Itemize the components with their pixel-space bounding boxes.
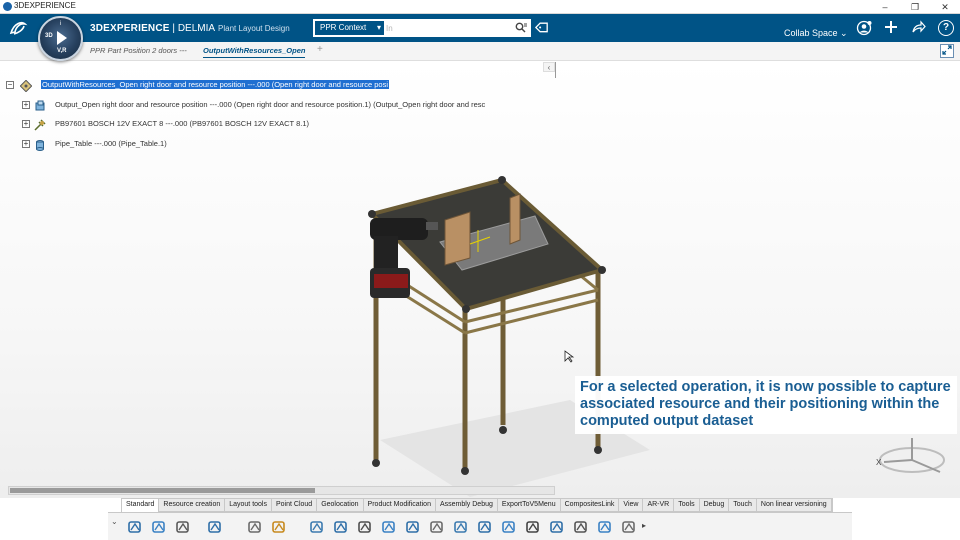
orientation-triad-icon[interactable] bbox=[879, 438, 945, 473]
product-icon bbox=[34, 99, 46, 111]
close-button[interactable]: ✕ bbox=[930, 0, 960, 14]
copy-icon[interactable] bbox=[150, 518, 168, 536]
document-tab-bar: PPR Part Position 2 doors --- OutputWith… bbox=[0, 42, 960, 61]
window-title-bar: 3DEXPERIENCE – ❐ ✕ bbox=[0, 0, 960, 14]
tab-output-with-resources[interactable]: OutputWithResources_Open bbox=[203, 46, 306, 58]
action-tab-touch[interactable]: Touch bbox=[729, 499, 757, 512]
restore-button[interactable]: ❐ bbox=[900, 0, 930, 14]
top-bar: 3DEXPERIENCE | DELMIA Plant Layout Design… bbox=[0, 14, 960, 42]
brand-title: 3DEXPERIENCE | DELMIA Plant Layout Design bbox=[90, 23, 290, 34]
minimize-button[interactable]: – bbox=[870, 0, 900, 14]
tree-panel-header: ‹ bbox=[0, 62, 556, 78]
anchor-icon[interactable] bbox=[428, 518, 446, 536]
action-tab-compositeslink[interactable]: CompositesLink bbox=[561, 499, 620, 512]
collapse-tree-icon[interactable]: ‹ bbox=[543, 62, 555, 72]
compass-3d-label: 3D bbox=[45, 33, 53, 39]
action-tab-geolocation[interactable]: Geolocation bbox=[317, 499, 364, 512]
add-tab-icon[interactable]: + bbox=[317, 44, 323, 55]
compass-top-label: i bbox=[60, 21, 62, 27]
axis-x-label: X bbox=[876, 458, 882, 467]
brand-sep: | bbox=[169, 23, 178, 34]
export-icon[interactable] bbox=[620, 518, 638, 536]
machine-icon[interactable] bbox=[452, 518, 470, 536]
part-icon bbox=[34, 138, 46, 151]
axis-icon[interactable] bbox=[548, 518, 566, 536]
action-bar-tabs: Standard Resource creation Layout tools Poi… bbox=[121, 498, 833, 512]
cut-icon[interactable] bbox=[126, 518, 144, 536]
action-tab-product-modification[interactable]: Product Modification bbox=[364, 499, 436, 512]
compass-icon[interactable] bbox=[572, 518, 590, 536]
action-tab-assembly-debug[interactable]: Assembly Debug bbox=[436, 499, 498, 512]
search-bar[interactable]: PPR Context bbox=[313, 19, 531, 37]
add-icon[interactable] bbox=[883, 20, 899, 36]
user-profile-icon[interactable] bbox=[856, 20, 872, 36]
action-tab-exporttov5menu[interactable]: ExportToV5Menu bbox=[498, 499, 561, 512]
feature-caption: For a selected operation, it is now poss… bbox=[575, 376, 957, 434]
scrollbar-thumb[interactable] bbox=[10, 488, 315, 493]
search-input[interactable] bbox=[386, 21, 512, 35]
pipe-icon[interactable] bbox=[332, 518, 350, 536]
app-name: Plant Layout Design bbox=[218, 24, 290, 33]
tree-node-label: Pipe_Table ---.000 (Pipe_Table.1) bbox=[55, 139, 167, 148]
tree-node-label: PB97601 BOSCH 12V EXACT 8 ---.000 (PB976… bbox=[55, 119, 310, 128]
help-icon[interactable]: ? bbox=[938, 20, 954, 36]
resource-icon[interactable] bbox=[476, 518, 494, 536]
measure-icon[interactable] bbox=[246, 518, 264, 536]
fullscreen-icon[interactable] bbox=[940, 44, 954, 58]
action-bar: ⌄ ▸ bbox=[108, 512, 852, 540]
expand-node-icon[interactable]: + bbox=[22, 140, 30, 148]
app-logo-icon bbox=[3, 2, 12, 11]
conveyor-icon[interactable] bbox=[404, 518, 422, 536]
search-icon[interactable] bbox=[515, 22, 527, 36]
undo-icon[interactable] bbox=[206, 518, 224, 536]
compass-icon[interactable]: i 3D V,R bbox=[38, 16, 83, 61]
window-controls: – ❐ ✕ bbox=[870, 0, 960, 14]
share-icon[interactable] bbox=[910, 20, 926, 36]
tab-ppr-part-position[interactable]: PPR Part Position 2 doors --- bbox=[90, 46, 187, 55]
action-tab-layout-tools[interactable]: Layout tools bbox=[225, 499, 272, 512]
action-tab-resource-creation[interactable]: Resource creation bbox=[159, 499, 226, 512]
tag-icon[interactable] bbox=[533, 18, 555, 40]
process-icon bbox=[19, 79, 33, 93]
window-title: 3DEXPERIENCE bbox=[14, 1, 76, 10]
search-context-dropdown[interactable]: PPR Context bbox=[315, 21, 384, 35]
collab-space-dropdown[interactable]: Collab Space ⌄ bbox=[784, 28, 848, 39]
text-icon[interactable] bbox=[524, 518, 542, 536]
action-tab-ar-vr[interactable]: AR-VR bbox=[643, 499, 675, 512]
action-tab-debug[interactable]: Debug bbox=[700, 499, 730, 512]
action-bar-grip-icon[interactable]: ⌄ bbox=[111, 517, 118, 526]
dassault-logo-icon[interactable] bbox=[8, 18, 28, 43]
tree-horizontal-scrollbar[interactable] bbox=[8, 486, 555, 495]
expand-node-icon[interactable]: + bbox=[22, 120, 30, 128]
scale-icon[interactable] bbox=[596, 518, 614, 536]
compass-vr-label: V,R bbox=[57, 48, 67, 54]
expand-node-icon[interactable]: + bbox=[22, 101, 30, 109]
grid-layout-icon[interactable] bbox=[380, 518, 398, 536]
more-tools-icon[interactable]: ▸ bbox=[642, 521, 646, 530]
table-icon[interactable] bbox=[500, 518, 518, 536]
collapse-node-icon[interactable]: − bbox=[6, 81, 14, 89]
paste-icon[interactable] bbox=[174, 518, 192, 536]
tool-resource-icon bbox=[34, 118, 46, 131]
brand-product: DELMIA bbox=[177, 23, 216, 34]
tree-divider[interactable] bbox=[555, 62, 556, 78]
action-tab-point-cloud[interactable]: Point Cloud bbox=[272, 499, 318, 512]
mouse-cursor-icon bbox=[564, 350, 575, 363]
tree-node-label: Output_Open right door and resource posi… bbox=[55, 100, 486, 109]
action-tab-tools[interactable]: Tools bbox=[674, 499, 700, 512]
fastener-icon[interactable] bbox=[356, 518, 374, 536]
update-icon[interactable] bbox=[270, 518, 288, 536]
tree-node-label: OutputWithResources_Open right door and … bbox=[41, 80, 390, 89]
action-tab-view[interactable]: View bbox=[619, 499, 644, 512]
robot-icon[interactable] bbox=[308, 518, 326, 536]
action-tab-non-linear-versioning[interactable]: Non linear versioning bbox=[757, 499, 832, 512]
compass-play-icon[interactable] bbox=[57, 31, 67, 45]
brand-bold: 3DEXPERIENCE bbox=[90, 23, 170, 34]
action-tab-standard[interactable]: Standard bbox=[122, 499, 160, 512]
